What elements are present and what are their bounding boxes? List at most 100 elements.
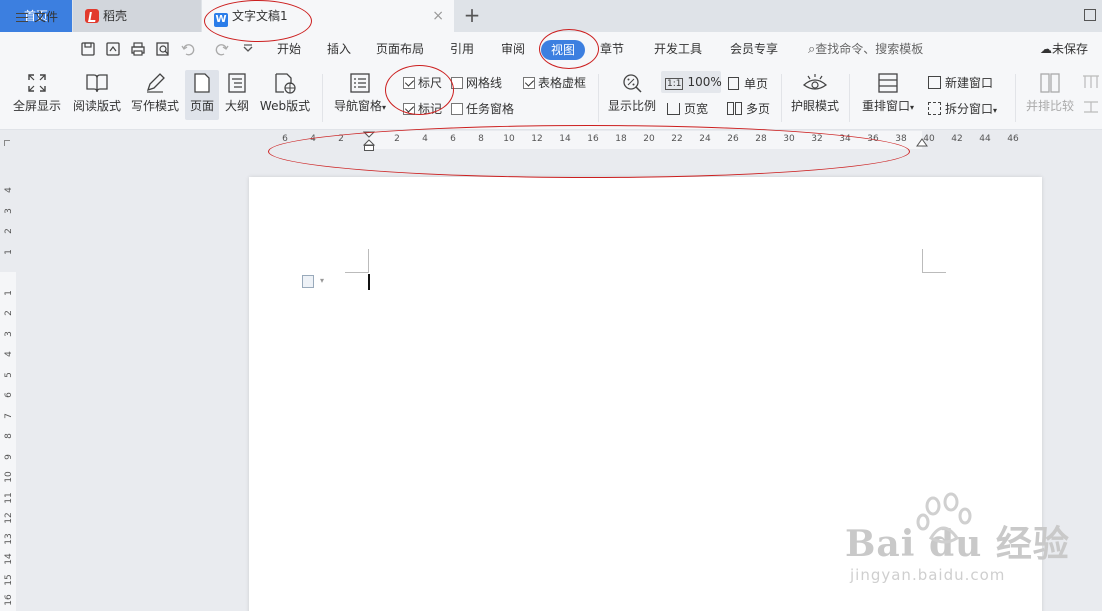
web-layout-label: Web版式 [259,99,311,113]
zoom-button[interactable]: 显示比例 [606,72,658,114]
split-window-button[interactable]: 拆分窗口▾ [928,100,997,117]
page-width-label: 页宽 [684,102,709,116]
split-window-label: 拆分窗口 [945,102,994,116]
annotation-circle-horizontal-ruler [268,125,910,178]
ribbon-separator [322,74,323,122]
menu-developer[interactable]: 开发工具 [654,32,702,66]
page-view-button[interactable]: 页面 [185,70,219,120]
fullscreen-label: 全屏显示 [12,99,61,113]
fullscreen-button[interactable]: 全屏显示 [8,72,66,114]
web-page-icon [275,73,296,94]
menu-review[interactable]: 审阅 [501,32,525,66]
outline-label: 大纲 [224,99,249,113]
page-width-button[interactable]: 页宽 [667,100,708,117]
ruler-tick-label: 11 [4,491,14,504]
undo-icon[interactable] [180,41,196,57]
window-restore-icon[interactable] [1084,9,1096,21]
command-search[interactable]: ⌕查找命令、搜索模板 [808,32,923,66]
split-window-icon [928,102,941,115]
file-menu[interactable]: 文件 [16,0,58,34]
menu-page-layout[interactable]: 页面布局 [376,32,424,66]
menu-member[interactable]: 会员专享 [730,32,778,66]
zoom-100-content: 1:1 100% [665,75,722,90]
ruler-tick-label: 1 [4,289,14,296]
menu-insert[interactable]: 插入 [327,32,351,66]
right-indent-marker-icon[interactable] [916,138,928,148]
cloud-icon: ☁ [1040,42,1052,56]
navigation-pane-button[interactable]: 导航窗格▾ [330,72,390,114]
daoke-logo-icon [85,9,99,23]
table-gridlines-check-icon [523,77,535,89]
paragraph-handle-icon[interactable] [302,275,314,288]
ruler-tick-label: 7 [4,412,14,419]
writing-mode-button[interactable]: 写作模式 [128,72,182,114]
task-pane-check-icon [451,103,463,115]
save-icon[interactable] [80,41,96,57]
new-window-icon [928,76,941,89]
table-gridlines-label: 表格虚框 [538,76,587,90]
export-pdf-icon[interactable] [105,41,121,57]
ribbon-separator [598,74,599,122]
baidu-watermark-url: jingyan.baidu.com [850,566,1006,584]
reset-position-icon[interactable] [1082,100,1100,114]
new-window-label: 新建窗口 [945,76,994,90]
arrange-windows-button[interactable]: 重排窗口▾ [856,72,920,114]
tab-daoke-label: 稻壳 [103,9,128,23]
eye-icon [802,74,828,90]
open-book-icon [86,74,108,93]
table-gridlines-checkbox[interactable]: 表格虚框 [523,74,586,91]
ruler-tick-label: 9 [4,453,14,460]
reading-layout-button[interactable]: 阅读版式 [69,72,125,114]
single-page-button[interactable]: 单页 [728,75,768,92]
ruler-tick-label: 14 [4,553,14,565]
page-icon [194,73,210,93]
print-icon[interactable] [130,41,146,57]
ruler-tick-label: 6 [4,392,14,398]
tab-daoke[interactable]: 稻壳 [73,0,201,32]
new-window-button[interactable]: 新建窗口 [928,74,993,91]
reading-layout-label: 阅读版式 [72,99,121,113]
outline-button[interactable]: 大纲 [222,72,252,114]
text-caret [368,274,370,290]
outline-icon [228,73,246,93]
annotation-circle-ruler [385,65,454,115]
pen-icon [146,73,165,93]
ruler-tick-label: 1 [4,248,14,255]
ruler-tick-label: 13 [4,532,14,545]
baidu-paw-icon [916,492,972,544]
tab-close-icon[interactable]: × [432,0,444,32]
arrange-windows-label: 重排窗口▾ [861,99,915,113]
paragraph-handle-dropdown-icon[interactable]: ▾ [320,276,324,285]
zoom-label: 显示比例 [607,99,656,113]
arrange-windows-icon [878,73,898,93]
multi-page-button[interactable]: 多页 [727,100,770,117]
menu-chapter[interactable]: 章节 [600,32,624,66]
task-pane-checkbox[interactable]: 任务窗格 [451,100,514,117]
web-layout-button[interactable]: Web版式 [257,72,313,114]
quick-access-dropdown-icon[interactable] [240,41,256,57]
ruler-tick-label: 4 [4,351,14,357]
navigation-pane-icon [350,73,370,93]
ribbon-separator [849,74,850,122]
redo-icon[interactable] [214,41,230,57]
menu-references[interactable]: 引用 [450,32,474,66]
file-menu-label: 文件 [34,10,59,24]
ribbon-separator [781,74,782,122]
margin-corner-right [922,249,946,273]
sync-scroll-icon[interactable] [1082,74,1100,94]
ruler-tick-label: 5 [4,371,14,378]
ruler-tick-label: 16 [4,594,14,606]
save-status[interactable]: ☁未保存 [1040,32,1088,66]
gridlines-label: 网格线 [466,76,503,90]
gridlines-checkbox[interactable]: 网格线 [451,74,502,91]
side-by-side-button[interactable]: 并排比较 [1022,72,1078,114]
search-placeholder: 查找命令、搜索模板 [815,42,924,56]
new-tab-button[interactable]: + [462,0,482,32]
ruler-tick-label: 46 [1007,134,1019,144]
print-preview-icon[interactable] [155,41,171,57]
eye-protection-button[interactable]: 护眼模式 [788,72,842,114]
margin-corner-left [345,249,369,273]
ruler-tick-label: 15 [4,573,14,586]
ruler-tick-label: 4 [4,187,14,193]
side-by-side-icon [1040,73,1060,93]
